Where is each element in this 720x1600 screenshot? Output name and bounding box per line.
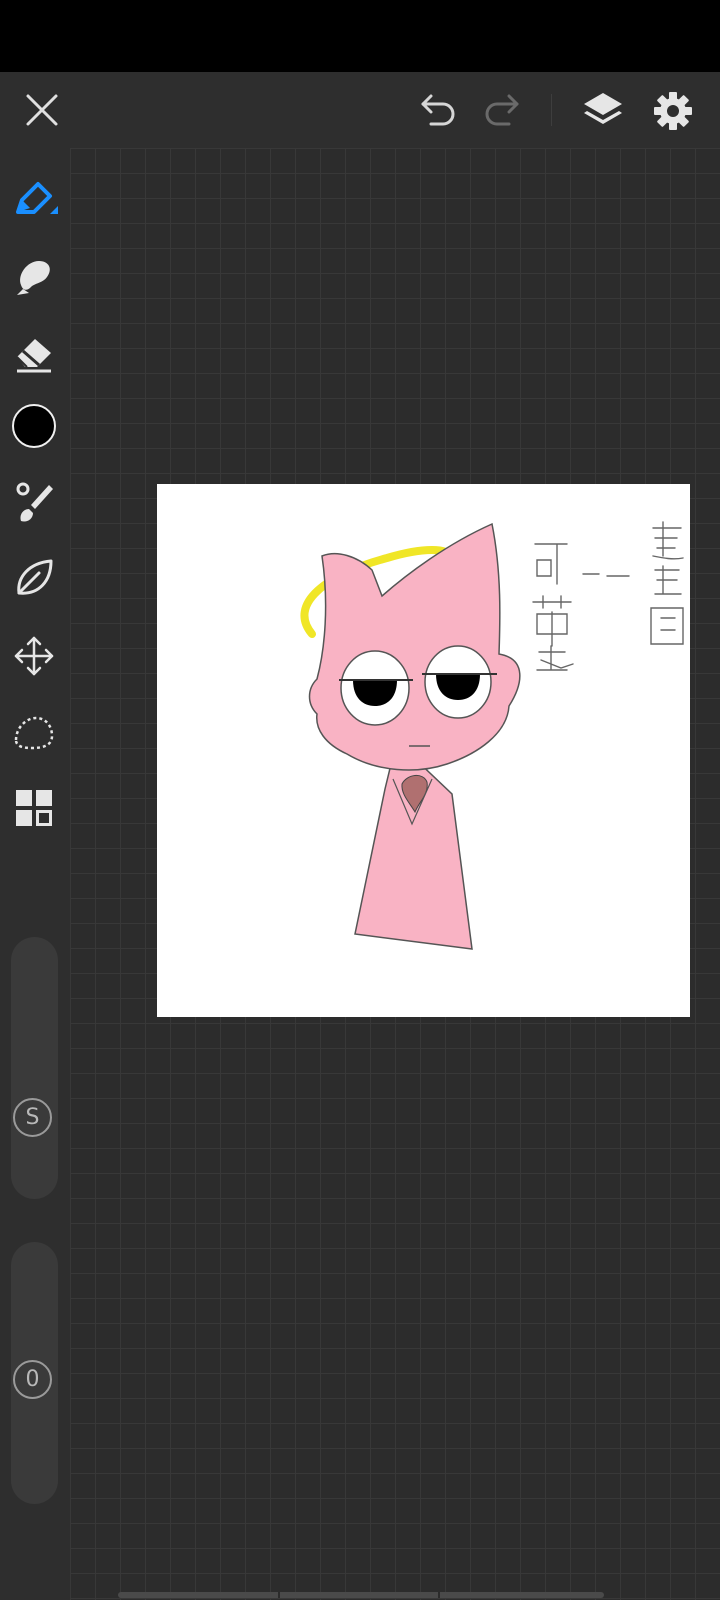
opacity-label: 0 — [25, 1367, 40, 1392]
drawing-artwork — [300, 521, 684, 950]
close-button[interactable] — [18, 86, 66, 134]
drawing-canvas[interactable] — [157, 484, 690, 1017]
lasso-tool[interactable] — [10, 708, 58, 756]
grid-icon — [16, 790, 52, 826]
brush-size-label: S — [25, 1105, 40, 1130]
redo-button[interactable] — [478, 88, 526, 132]
layers-button[interactable] — [578, 86, 628, 136]
opacity-slider[interactable]: 0 — [11, 1242, 58, 1504]
transform-tool[interactable] — [10, 632, 58, 680]
smudge-tool[interactable] — [10, 252, 58, 300]
leaf-icon — [17, 559, 53, 595]
color-tool[interactable] — [10, 402, 58, 450]
brush-icon — [16, 482, 53, 522]
toolbar-divider — [551, 94, 552, 126]
move-arrows-icon — [14, 636, 54, 676]
smudge-icon — [17, 261, 50, 295]
eraser-tool[interactable] — [10, 328, 58, 376]
gallery-tool[interactable] — [10, 784, 58, 832]
brush-tool[interactable] — [10, 478, 58, 526]
undo-button[interactable] — [414, 88, 462, 132]
eraser-icon — [16, 339, 51, 373]
scroll-segment-divider — [438, 1592, 440, 1598]
handwritten-strokes — [532, 521, 684, 671]
lasso-icon — [14, 716, 54, 750]
status-bar — [0, 0, 720, 72]
scroll-segment-divider — [278, 1592, 280, 1598]
redo-icon — [485, 94, 519, 126]
shape-tool[interactable] — [10, 554, 58, 602]
color-swatch — [12, 404, 56, 448]
close-icon — [26, 94, 58, 126]
left-toolbar: S 0 — [0, 148, 70, 1600]
settings-button[interactable] — [648, 86, 698, 136]
character-head — [308, 522, 521, 771]
undo-icon — [421, 94, 455, 126]
pencil-icon — [16, 182, 58, 214]
horizontal-scrollbar[interactable] — [118, 1592, 604, 1598]
opacity-knob[interactable]: 0 — [13, 1360, 52, 1399]
pencil-tool[interactable] — [10, 176, 58, 224]
gear-icon — [654, 92, 692, 130]
brush-size-slider[interactable]: S — [11, 937, 58, 1199]
brush-size-knob[interactable]: S — [13, 1098, 52, 1137]
layers-icon — [584, 93, 622, 124]
